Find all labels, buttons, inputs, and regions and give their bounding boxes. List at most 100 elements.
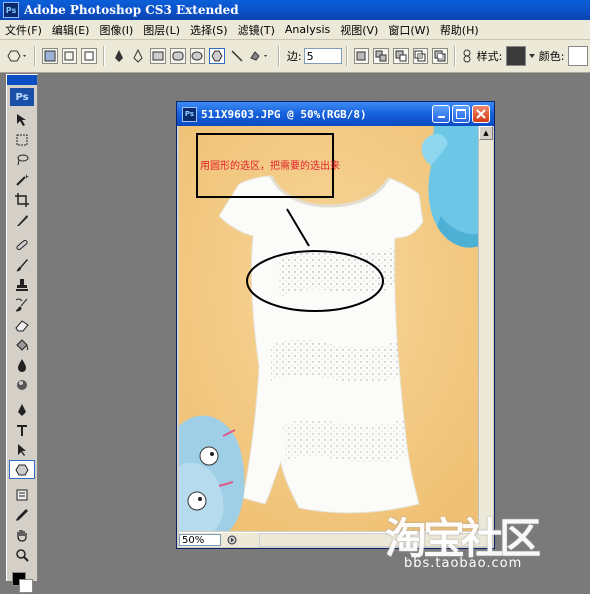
- exclude-shape-area-button[interactable]: [432, 48, 448, 64]
- healing-brush-tool[interactable]: [9, 235, 35, 254]
- document-title-bar[interactable]: Ps 511X9603.JPG @ 50%(RGB/8): [177, 102, 494, 126]
- fill-pixels-icon: [84, 51, 94, 61]
- brush-tool[interactable]: [9, 255, 35, 274]
- close-button[interactable]: [472, 105, 490, 123]
- image-canvas[interactable]: 用圆形的选区，把需要的选出来: [179, 126, 479, 531]
- rectangle-shape-button[interactable]: [150, 48, 166, 64]
- photoshop-logo-icon: Ps: [3, 2, 19, 18]
- dodge-icon: [17, 379, 27, 390]
- history-brush-tool[interactable]: [9, 295, 35, 314]
- divider: [277, 46, 280, 66]
- pen-tool-button[interactable]: [111, 48, 127, 64]
- add-shape-area-button[interactable]: [373, 48, 389, 64]
- paint-bucket-icon: [16, 338, 29, 351]
- dropdown-arrow-icon[interactable]: [528, 53, 536, 59]
- color-swatches[interactable]: [9, 570, 35, 594]
- polygon-tool[interactable]: [9, 460, 35, 479]
- fill-pixels-button[interactable]: [81, 48, 97, 64]
- minimize-button[interactable]: [432, 105, 450, 123]
- ps-badge-icon[interactable]: Ps: [10, 88, 34, 106]
- blur-tool[interactable]: [9, 355, 35, 374]
- magnifier-icon: [16, 548, 29, 562]
- custom-shape-button[interactable]: [248, 48, 271, 64]
- zoom-level-field[interactable]: 50%: [179, 534, 221, 546]
- freeform-pen-button[interactable]: [131, 48, 147, 64]
- clone-stamp-tool[interactable]: [9, 275, 35, 294]
- path-selection-tool[interactable]: [9, 440, 35, 459]
- subtract-shape-area-button[interactable]: [392, 48, 409, 64]
- custom-shape-icon: [250, 51, 268, 61]
- toolbox-header[interactable]: [7, 75, 37, 85]
- move-tool[interactable]: [9, 110, 35, 129]
- shape-layers-button[interactable]: [41, 48, 58, 64]
- vertical-scrollbar[interactable]: ▲: [478, 126, 493, 531]
- hand-icon: [17, 529, 27, 542]
- lasso-icon: [17, 154, 29, 165]
- stamp-icon: [16, 278, 28, 291]
- eraser-tool[interactable]: [9, 315, 35, 334]
- line-shape-button[interactable]: [229, 48, 245, 64]
- slice-tool[interactable]: [9, 210, 35, 229]
- watermark-url: bbs.taobao.com: [404, 556, 523, 571]
- menu-analysis[interactable]: Analysis: [280, 23, 335, 36]
- tool-preset-picker[interactable]: [6, 48, 28, 64]
- sides-input[interactable]: [303, 48, 342, 64]
- magic-wand-tool[interactable]: [9, 170, 35, 189]
- menu-file[interactable]: 文件(F): [0, 22, 47, 38]
- water-drop-icon: [18, 358, 26, 372]
- arrow-cursor-icon: [18, 443, 26, 456]
- menu-layer[interactable]: 图层(L): [138, 22, 185, 38]
- crop-tool[interactable]: [9, 190, 35, 209]
- subtract-area-icon: [395, 50, 407, 62]
- document-window: Ps 511X9603.JPG @ 50%(RGB/8) 用圆形的选区，把需要的…: [176, 101, 495, 549]
- notes-tool[interactable]: [9, 485, 35, 504]
- menu-image[interactable]: 图像(I): [94, 22, 138, 38]
- hand-tool[interactable]: [9, 525, 35, 544]
- eyedropper-tool[interactable]: [9, 505, 35, 524]
- maximize-button[interactable]: [452, 105, 470, 123]
- background-color[interactable]: [19, 579, 33, 593]
- rounded-rectangle-icon: [172, 51, 184, 61]
- menu-help[interactable]: 帮助(H): [435, 22, 484, 38]
- ellipse-shape-button[interactable]: [189, 48, 206, 64]
- menu-view[interactable]: 视图(V): [335, 22, 383, 38]
- rectangle-icon: [152, 51, 164, 61]
- color-label: 颜色:: [538, 50, 565, 63]
- menu-edit[interactable]: 编辑(E): [47, 22, 95, 38]
- link-chain-icon: [463, 49, 471, 63]
- sides-label: 边:: [286, 50, 302, 63]
- paint-bucket-tool[interactable]: [9, 335, 35, 354]
- crop-icon: [15, 192, 29, 207]
- move-icon: [17, 113, 26, 126]
- circle-arrow-icon: [227, 535, 237, 545]
- scroll-up-button[interactable]: ▲: [479, 126, 493, 140]
- type-tool[interactable]: [9, 420, 35, 439]
- paths-button[interactable]: [61, 48, 78, 64]
- zoom-tool[interactable]: [9, 545, 35, 564]
- new-shape-icon: [356, 51, 366, 61]
- color-swatch[interactable]: [568, 46, 589, 66]
- new-shape-layer-button[interactable]: [353, 48, 370, 64]
- type-t-icon: [17, 424, 27, 436]
- menu-bar: 文件(F) 编辑(E) 图像(I) 图层(L) 选择(S) 滤镜(T) Anal…: [0, 20, 590, 40]
- intersect-shape-area-button[interactable]: [412, 48, 429, 64]
- paths-icon: [64, 51, 74, 61]
- lasso-tool[interactable]: [9, 150, 35, 169]
- pen-tool[interactable]: [9, 400, 35, 419]
- menu-filter[interactable]: 滤镜(T): [233, 22, 280, 38]
- style-picker[interactable]: [506, 46, 526, 66]
- link-style-button[interactable]: [462, 48, 472, 64]
- polygon-shape-button[interactable]: [209, 48, 225, 64]
- ps-document-icon: Ps: [182, 106, 197, 122]
- options-bar: 边: 样式: 颜色:: [0, 40, 590, 73]
- rounded-rectangle-button[interactable]: [169, 48, 186, 64]
- dodge-tool[interactable]: [9, 375, 35, 394]
- toolbox: Ps: [6, 74, 38, 593]
- menu-select[interactable]: 选择(S): [185, 22, 233, 38]
- marquee-tool[interactable]: [9, 130, 35, 149]
- status-menu-button[interactable]: [225, 534, 239, 546]
- ellipse-icon: [191, 51, 203, 61]
- annotation-text: 用圆形的选区，把需要的选出来: [200, 161, 340, 172]
- menu-window[interactable]: 窗口(W): [383, 22, 434, 38]
- eraser-icon: [15, 319, 29, 331]
